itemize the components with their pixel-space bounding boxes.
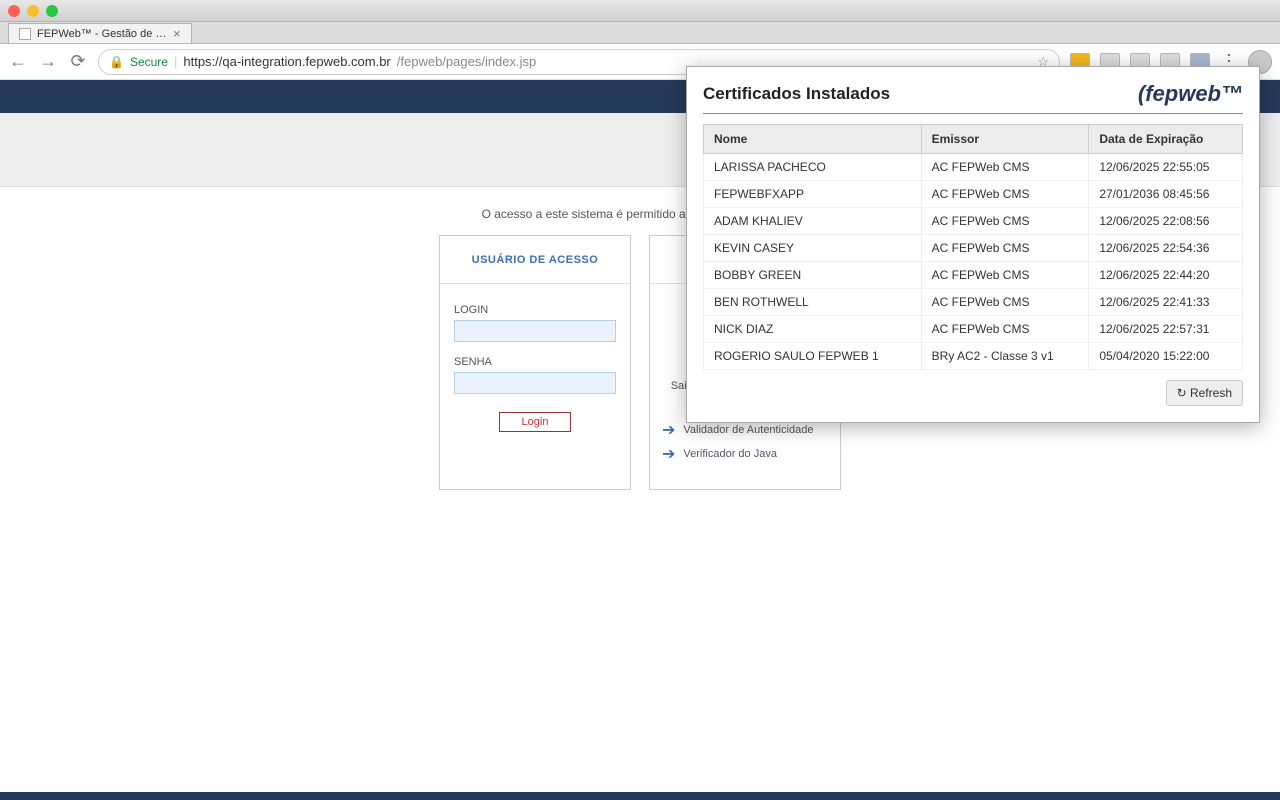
link-validador-label: Validador de Autenticidade bbox=[683, 424, 813, 436]
certificate-row[interactable]: BEN ROTHWELLAC FEPWeb CMS12/06/2025 22:4… bbox=[704, 289, 1243, 316]
secure-label: Secure bbox=[130, 55, 168, 69]
cell-emissor: BRy AC2 - Classe 3 v1 bbox=[921, 343, 1089, 370]
arrow-right-icon: ➔ bbox=[662, 444, 675, 464]
app-footer-bar bbox=[0, 792, 1280, 800]
certificate-row[interactable]: NICK DIAZAC FEPWeb CMS12/06/2025 22:57:3… bbox=[704, 316, 1243, 343]
traffic-light-zoom-icon[interactable] bbox=[46, 5, 58, 17]
cell-exp: 27/01/2036 08:45:56 bbox=[1089, 181, 1243, 208]
cell-nome: LARISSA PACHECO bbox=[704, 154, 922, 181]
certificates-table: Nome Emissor Data de Expiração LARISSA P… bbox=[703, 124, 1243, 370]
login-label: LOGIN bbox=[454, 304, 616, 316]
page-favicon-icon bbox=[19, 28, 31, 40]
certificate-row[interactable]: BOBBY GREENAC FEPWeb CMS12/06/2025 22:44… bbox=[704, 262, 1243, 289]
login-panel: USUÁRIO DE ACESSO LOGIN SENHA Login bbox=[439, 235, 631, 490]
link-verificador-java[interactable]: ➔ Verificador do Java bbox=[662, 444, 828, 464]
browser-tabstrip: FEPWeb™ - Gestão de Firmas × bbox=[0, 22, 1280, 44]
senha-input[interactable] bbox=[454, 372, 616, 394]
cell-emissor: AC FEPWeb CMS bbox=[921, 181, 1089, 208]
cell-emissor: AC FEPWeb CMS bbox=[921, 208, 1089, 235]
col-emissor: Emissor bbox=[921, 125, 1089, 154]
cell-emissor: AC FEPWeb CMS bbox=[921, 262, 1089, 289]
cell-exp: 12/06/2025 22:08:56 bbox=[1089, 208, 1243, 235]
cell-nome: KEVIN CASEY bbox=[704, 235, 922, 262]
mac-titlebar bbox=[0, 0, 1280, 22]
cell-exp: 12/06/2025 22:44:20 bbox=[1089, 262, 1243, 289]
url-host: https://qa-integration.fepweb.com.br bbox=[183, 54, 390, 69]
url-path: /fepweb/pages/index.jsp bbox=[397, 54, 536, 69]
link-validador[interactable]: ➔ Validador de Autenticidade bbox=[662, 420, 828, 440]
certificate-row[interactable]: ADAM KHALIEVAC FEPWeb CMS12/06/2025 22:0… bbox=[704, 208, 1243, 235]
certificate-row[interactable]: KEVIN CASEYAC FEPWeb CMS12/06/2025 22:54… bbox=[704, 235, 1243, 262]
certificate-row[interactable]: FEPWEBFXAPPAC FEPWeb CMS27/01/2036 08:45… bbox=[704, 181, 1243, 208]
fepweb-logo: (fepweb™ bbox=[1138, 81, 1243, 107]
cell-nome: ADAM KHALIEV bbox=[704, 208, 922, 235]
cell-exp: 12/06/2025 22:57:31 bbox=[1089, 316, 1243, 343]
cell-nome: BOBBY GREEN bbox=[704, 262, 922, 289]
link-verificador-label: Verificador do Java bbox=[683, 448, 777, 460]
arrow-right-icon: ➔ bbox=[662, 420, 675, 440]
popup-title: Certificados Instalados bbox=[703, 84, 890, 104]
cell-exp: 12/06/2025 22:55:05 bbox=[1089, 154, 1243, 181]
forward-button[interactable]: → bbox=[38, 51, 58, 72]
cell-nome: BEN ROTHWELL bbox=[704, 289, 922, 316]
lock-icon: 🔒 bbox=[109, 55, 124, 69]
tab-title: FEPWeb™ - Gestão de Firmas bbox=[37, 28, 167, 40]
cell-emissor: AC FEPWeb CMS bbox=[921, 316, 1089, 343]
traffic-light-close-icon[interactable] bbox=[8, 5, 20, 17]
cell-exp: 12/06/2025 22:41:33 bbox=[1089, 289, 1243, 316]
cell-nome: ROGERIO SAULO FEPWEB 1 bbox=[704, 343, 922, 370]
col-exp: Data de Expiração bbox=[1089, 125, 1243, 154]
cell-emissor: AC FEPWeb CMS bbox=[921, 289, 1089, 316]
tab-close-icon[interactable]: × bbox=[173, 26, 181, 41]
certificate-row[interactable]: ROGERIO SAULO FEPWEB 1BRy AC2 - Classe 3… bbox=[704, 343, 1243, 370]
cell-exp: 05/04/2020 15:22:00 bbox=[1089, 343, 1243, 370]
login-button[interactable]: Login bbox=[499, 412, 571, 432]
refresh-button[interactable]: Refresh bbox=[1166, 380, 1243, 406]
browser-tab[interactable]: FEPWeb™ - Gestão de Firmas × bbox=[8, 23, 192, 43]
reload-button[interactable]: ⟳ bbox=[68, 51, 88, 72]
traffic-light-minimize-icon[interactable] bbox=[27, 5, 39, 17]
back-button[interactable]: ← bbox=[8, 51, 28, 72]
cell-emissor: AC FEPWeb CMS bbox=[921, 154, 1089, 181]
certificates-popup: Certificados Instalados (fepweb™ Nome Em… bbox=[686, 66, 1260, 423]
senha-label: SENHA bbox=[454, 356, 616, 368]
col-nome: Nome bbox=[704, 125, 922, 154]
login-input[interactable] bbox=[454, 320, 616, 342]
login-panel-title: USUÁRIO DE ACESSO bbox=[440, 236, 630, 284]
cell-nome: FEPWEBFXAPP bbox=[704, 181, 922, 208]
cell-exp: 12/06/2025 22:54:36 bbox=[1089, 235, 1243, 262]
cell-emissor: AC FEPWeb CMS bbox=[921, 235, 1089, 262]
cell-nome: NICK DIAZ bbox=[704, 316, 922, 343]
certificate-row[interactable]: LARISSA PACHECOAC FEPWeb CMS12/06/2025 2… bbox=[704, 154, 1243, 181]
